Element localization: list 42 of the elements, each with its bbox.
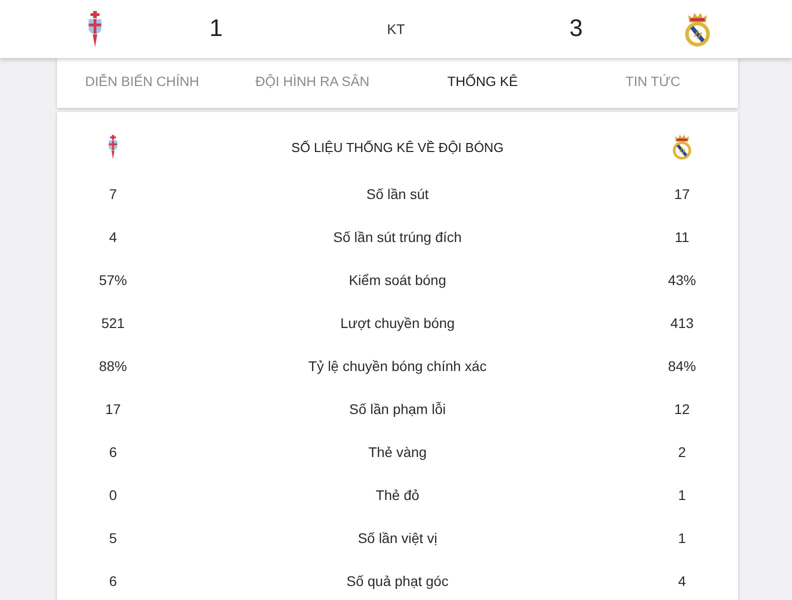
stat-label: Kiểm soát bóng [348,272,446,288]
home-value: 6 [109,572,117,588]
home-value: 521 [101,314,125,330]
away-value: 413 [670,314,694,330]
away-value: 1 [678,486,686,502]
match-status: KT [387,21,405,37]
stat-label: Số quả phạt góc [346,572,448,588]
away-value: 84% [668,358,696,374]
stat-label: Thẻ đỏ [376,486,420,502]
stat-label: Tỷ lệ chuyền bóng chính xác [308,358,487,374]
stat-label: Số lần phạm lỗi [349,400,446,416]
home-value: 57% [98,272,128,288]
cross-crest-icon [107,134,119,160]
away-value: 43% [668,272,696,288]
stat-label: Số lần sút trúng đích [333,228,462,244]
crown-crest-icon [684,12,710,46]
home-value: 5 [109,530,117,546]
away-value: 2 [678,444,686,460]
crown-crest-icon [672,134,692,160]
home-value: 6 [109,444,117,460]
stat-label: Số lần sút [366,186,429,202]
home-value: 0 [109,486,117,502]
home-value: 7 [109,186,117,202]
home-value: 88% [98,358,128,374]
home-value: 4 [109,228,117,244]
stats-title: SỐ LIỆU THỐNG KÊ VỀ ĐỘI BÓNG [290,140,505,154]
home-score: 1 [209,15,223,43]
away-score: 3 [569,15,583,43]
away-value: 4 [678,572,686,588]
tab[interactable]: ĐỘI HÌNH RA SÂN [227,58,398,104]
stat-label: Lượt chuyền bóng [340,314,455,330]
stat-label: Số lần việt vị [358,530,438,546]
away-value: 1 [678,530,686,546]
away-value: 11 [674,228,690,244]
tab[interactable]: DIỄN BIẾN CHÍNH [57,58,228,104]
tab[interactable]: THỐNG KÊ [398,58,568,104]
stat-label: Thẻ vàng [368,444,427,460]
tab[interactable]: TIN TỨC [568,58,738,104]
away-value: 17 [674,186,690,202]
home-value: 17 [105,400,121,416]
away-value: 12 [674,400,690,416]
cross-crest-icon [86,11,104,47]
